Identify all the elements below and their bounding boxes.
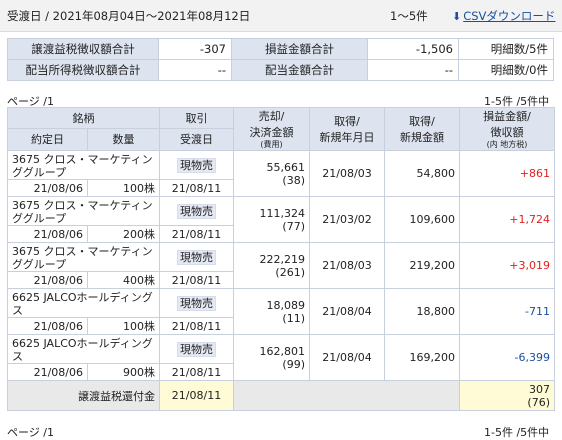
detail-count: 明細数/5件 bbox=[458, 38, 554, 60]
settle-date: 21/08/11 bbox=[159, 363, 234, 381]
header-pl: 損益金額/徴収額 (内 地方税) bbox=[459, 107, 555, 151]
summary-label: 配当所得税徴収額合計 bbox=[7, 59, 159, 81]
summary-label: 譲渡益税徴収額合計 bbox=[7, 38, 159, 60]
trade-type: 現物売 bbox=[159, 334, 234, 364]
transactions-table: 銘柄 取引 売却/決済金額 (費用) 取得/新規年月日 取得/新規金額 損益金額/… bbox=[7, 107, 555, 411]
acq-date: 21/08/04 bbox=[309, 288, 385, 335]
quantity: 400株 bbox=[87, 271, 160, 289]
quantity: 100株 bbox=[87, 179, 160, 197]
profit-loss: -711 bbox=[459, 288, 555, 335]
summary-table: 譲渡益税徴収額合計 -307 損益金額合計 -1,506 明細数/5件 配当所得… bbox=[7, 38, 554, 81]
download-icon: ⬇ bbox=[452, 10, 462, 23]
header-settle-date: 受渡日 bbox=[159, 127, 234, 152]
sale-amount: 111,324 (77) bbox=[233, 196, 310, 243]
trade-type: 現物売 bbox=[159, 242, 234, 272]
acq-amount: 54,800 bbox=[384, 150, 460, 197]
summary-label: 損益金額合計 bbox=[231, 38, 368, 60]
top-bar: 受渡日 / 2021年08月04日〜2021年08月12日 1〜5件 ⬇ CSVダ… bbox=[0, 0, 562, 32]
stock-name: 3675 クロス・マーケティンググループ bbox=[7, 196, 160, 226]
summary-label: 配当金額合計 bbox=[231, 59, 368, 81]
acq-date: 21/08/03 bbox=[309, 242, 385, 289]
result-count-bottom: 1-5件 /5件中 bbox=[484, 426, 550, 439]
sale-amount: 55,661 (38) bbox=[233, 150, 310, 197]
summary-value: -1,506 bbox=[367, 38, 459, 60]
contract-date: 21/08/06 bbox=[7, 179, 88, 197]
header-brand: 銘柄 bbox=[7, 107, 160, 129]
profit-loss: +1,724 bbox=[459, 196, 555, 243]
refund-label: 譲渡益税還付金 bbox=[7, 380, 160, 411]
stock-name: 3675 クロス・マーケティンググループ bbox=[7, 150, 160, 180]
acq-amount: 219,200 bbox=[384, 242, 460, 289]
refund-amount: 307 (76) bbox=[459, 380, 555, 411]
quantity: 900株 bbox=[87, 363, 160, 381]
summary-value: -- bbox=[158, 59, 232, 81]
quantity: 200株 bbox=[87, 225, 160, 243]
settle-date: 21/08/11 bbox=[159, 225, 234, 243]
contract-date: 21/08/06 bbox=[7, 271, 88, 289]
stock-name: 3675 クロス・マーケティンググループ bbox=[7, 242, 160, 272]
contract-date: 21/08/06 bbox=[7, 317, 88, 335]
stock-name: 6625 JALCOホールディングス bbox=[7, 334, 160, 364]
csv-download-label: CSVダウンロード bbox=[463, 9, 556, 23]
profit-loss: -6,399 bbox=[459, 334, 555, 381]
refund-date: 21/08/11 bbox=[159, 380, 234, 411]
stock-name: 6625 JALCOホールディングス bbox=[7, 288, 160, 318]
profit-loss: +3,019 bbox=[459, 242, 555, 289]
header-contract-date: 約定日 bbox=[7, 127, 88, 152]
sale-amount: 222,219 (261) bbox=[233, 242, 310, 289]
acq-date: 21/03/02 bbox=[309, 196, 385, 243]
csv-download-link[interactable]: ⬇ CSVダウンロード bbox=[452, 8, 555, 24]
quantity: 100株 bbox=[87, 317, 160, 335]
header-quantity: 数量 bbox=[87, 127, 160, 152]
settle-date: 21/08/11 bbox=[159, 179, 234, 197]
trade-type: 現物売 bbox=[159, 196, 234, 226]
acq-amount: 109,600 bbox=[384, 196, 460, 243]
summary-value: -- bbox=[367, 59, 459, 81]
contract-date: 21/08/06 bbox=[7, 225, 88, 243]
acq-date: 21/08/03 bbox=[309, 150, 385, 197]
count-range: 1〜5件 bbox=[390, 9, 428, 23]
header-sale: 売却/決済金額 (費用) bbox=[233, 107, 310, 151]
header-trade: 取引 bbox=[159, 107, 234, 129]
acq-amount: 169,200 bbox=[384, 334, 460, 381]
trade-type: 現物売 bbox=[159, 288, 234, 318]
contract-date: 21/08/06 bbox=[7, 363, 88, 381]
acq-date: 21/08/04 bbox=[309, 334, 385, 381]
page-indicator-bottom: ページ /1 bbox=[7, 426, 54, 439]
detail-count: 明細数/0件 bbox=[458, 59, 554, 81]
header-acq-amount: 取得/新規金額 bbox=[384, 107, 460, 151]
profit-loss: +861 bbox=[459, 150, 555, 197]
settle-date: 21/08/11 bbox=[159, 317, 234, 335]
summary-value: -307 bbox=[158, 38, 232, 60]
sale-amount: 18,089 (11) bbox=[233, 288, 310, 335]
trade-type: 現物売 bbox=[159, 150, 234, 180]
header-acq-date: 取得/新規年月日 bbox=[309, 107, 385, 151]
date-range: 受渡日 / 2021年08月04日〜2021年08月12日 bbox=[7, 9, 251, 23]
settle-date: 21/08/11 bbox=[159, 271, 234, 289]
sale-amount: 162,801 (99) bbox=[233, 334, 310, 381]
acq-amount: 18,800 bbox=[384, 288, 460, 335]
